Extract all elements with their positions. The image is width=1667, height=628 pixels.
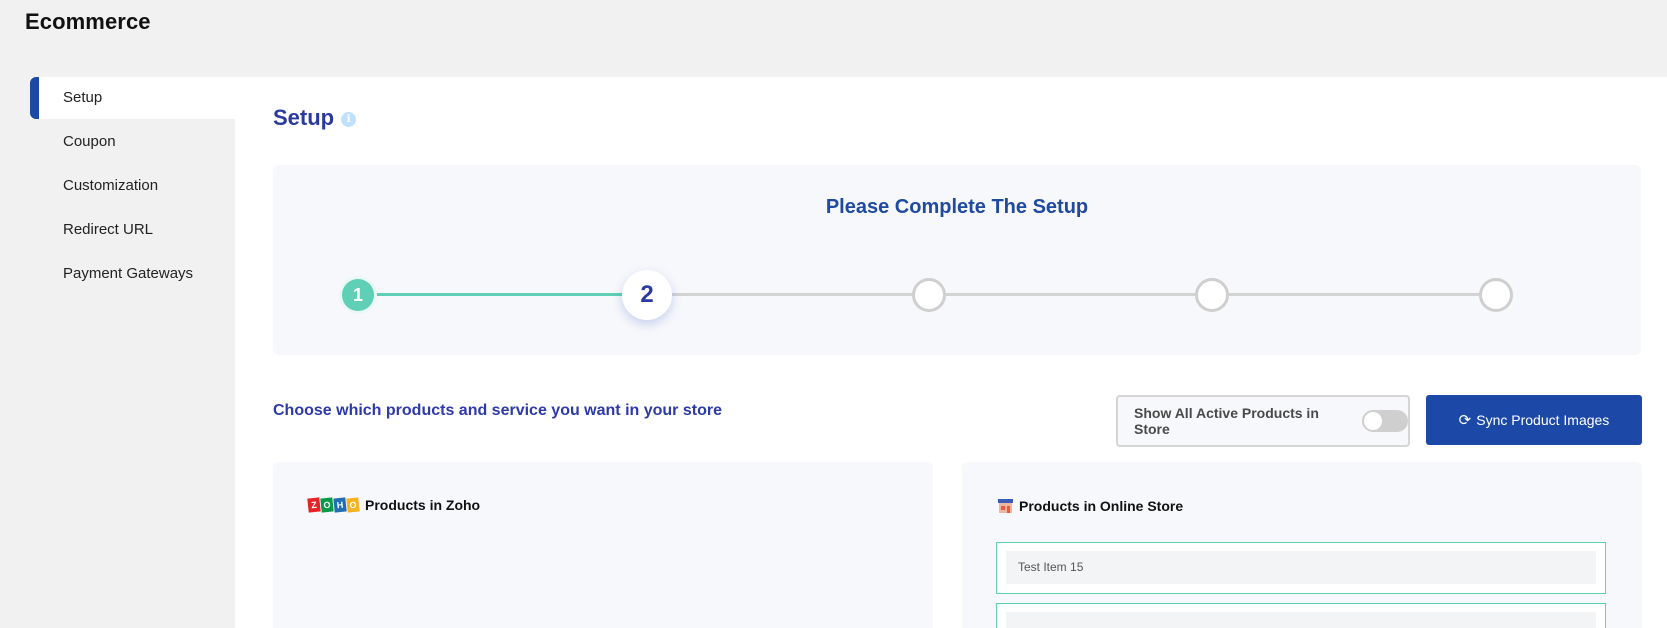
choose-products-text: Choose which products and service you wa…: [273, 402, 722, 419]
sidebar-item-coupon[interactable]: Coupon: [30, 121, 235, 163]
store-icon: [998, 499, 1013, 513]
sidebar-item-setup[interactable]: Setup: [30, 77, 235, 119]
store-product-item-label: [1006, 612, 1596, 628]
step-1[interactable]: 1: [342, 279, 374, 311]
step-connector: [670, 293, 1508, 296]
step-4[interactable]: [1195, 278, 1229, 312]
store-product-item[interactable]: Test Item 15: [996, 542, 1606, 594]
sync-product-images-button[interactable]: ⟳ Sync Product Images: [1426, 395, 1642, 445]
store-product-item-label: Test Item 15: [1006, 551, 1596, 584]
step-connector-done: [373, 293, 645, 296]
page-title: Setup i: [273, 105, 357, 131]
app-title: Ecommerce: [25, 9, 151, 34]
setup-heading: Please Complete The Setup: [825, 196, 1089, 218]
setup-stepper: 1 2: [273, 265, 1641, 325]
info-icon[interactable]: i: [341, 111, 357, 127]
store-card-title-text: Products in Online Store: [1019, 497, 1184, 514]
step-3[interactable]: [912, 278, 946, 312]
show-active-products-box: Show All Active Products in Store: [1116, 395, 1410, 447]
refresh-icon: ⟳: [1458, 411, 1472, 429]
store-card-title: Products in Online Store: [997, 497, 1183, 514]
main-content: Setup i Please Complete The Setup 1 2 Ch…: [235, 77, 1667, 628]
page-title-text: Setup: [273, 105, 335, 130]
setup-panel: Please Complete The Setup 1 2: [273, 165, 1641, 355]
zoho-card-title: Z O H O Products in Zoho: [307, 497, 481, 513]
sidebar-item-payment-gateways[interactable]: Payment Gateways: [30, 253, 235, 295]
online-store-products-card: Products in Online Store Test Item 15: [962, 462, 1642, 628]
show-active-products-label: Show All Active Products in Store: [1134, 405, 1319, 437]
zoho-card-title-text: Products in Zoho: [365, 497, 481, 513]
zoho-products-card: Z O H O Products in Zoho: [273, 462, 933, 628]
zoho-logo-icon: Z O H O: [307, 497, 360, 513]
sidebar-item-customization[interactable]: Customization: [30, 165, 235, 207]
show-active-products-toggle[interactable]: [1362, 410, 1408, 432]
sync-button-label: Sync Product Images: [1476, 412, 1610, 428]
step-5[interactable]: [1479, 278, 1513, 312]
step-2[interactable]: 2: [622, 270, 672, 320]
toggle-knob: [1364, 412, 1383, 430]
sidebar: Setup Coupon Customization Redirect URL …: [30, 77, 235, 297]
store-product-item[interactable]: [996, 603, 1606, 628]
sidebar-item-redirect-url[interactable]: Redirect URL: [30, 209, 235, 251]
